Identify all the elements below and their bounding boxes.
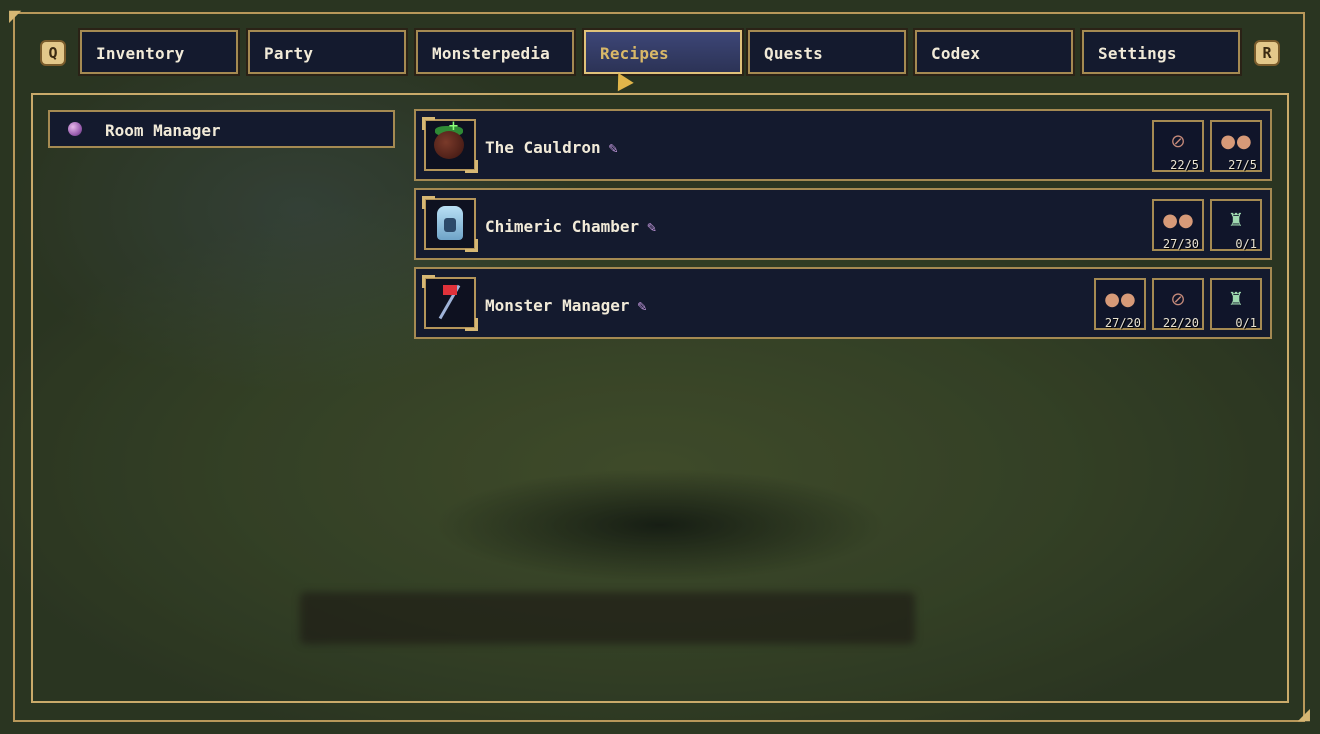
recipe-category-list: Room Manager [48, 110, 395, 148]
cost-slot-stone: ●● 27/30 [1152, 199, 1204, 251]
cost-slot-potion: ♜ 0/1 [1210, 199, 1262, 251]
cost-quantity: 22/20 [1162, 316, 1199, 330]
recipe-row-monster-manager[interactable]: Monster Manager ✎ ●● 27/20 ⊘ 22/20 ♜ 0/1 [414, 267, 1272, 339]
cost-slot-log: ⊘ 22/20 [1152, 278, 1204, 330]
recipe-name: Chimeric Chamber ✎ [485, 217, 657, 236]
scroll-icon: ✎ [637, 297, 647, 315]
prev-tab-key-hint[interactable]: Q [40, 40, 66, 66]
cost-slot-potion: ♜ 0/1 [1210, 278, 1262, 330]
category-room-manager[interactable]: Room Manager [48, 110, 395, 148]
cost-quantity: 22/5 [1170, 158, 1199, 172]
cauldron-icon: + [422, 117, 478, 173]
cost-quantity: 27/30 [1162, 237, 1199, 251]
recipe-list: + The Cauldron ✎ ⊘ 22/5 ●● 27/5 Chimeric … [414, 109, 1272, 346]
tab-party[interactable]: Party [246, 28, 408, 76]
recipe-costs: ●● 27/30 ♜ 0/1 [1152, 199, 1262, 251]
log-icon: ⊘ [1170, 289, 1186, 310]
cost-quantity: 27/20 [1104, 316, 1141, 330]
monster-manager-icon [422, 275, 478, 331]
recipe-row-chimeric-chamber[interactable]: Chimeric Chamber ✎ ●● 27/30 ♜ 0/1 [414, 188, 1272, 260]
potion-icon: ♜ [1227, 289, 1245, 310]
tab-monsterpedia[interactable]: Monsterpedia [414, 28, 576, 76]
chimeric-chamber-icon [422, 196, 478, 252]
recipe-name: Monster Manager ✎ [485, 296, 647, 315]
tab-recipes[interactable]: Recipes [582, 28, 744, 76]
cost-quantity: 27/5 [1228, 158, 1257, 172]
log-icon: ⊘ [1170, 131, 1186, 152]
cost-slot-stone: ●● 27/20 [1094, 278, 1146, 330]
frame-corner-ornament-icon: ◤ [1297, 707, 1310, 726]
tab-inventory[interactable]: Inventory [78, 28, 240, 76]
recipe-costs: ⊘ 22/5 ●● 27/5 [1152, 120, 1262, 172]
stone-icon: ●● [1220, 131, 1252, 152]
tab-codex[interactable]: Codex [913, 28, 1075, 76]
recipe-name: The Cauldron ✎ [485, 138, 618, 157]
cost-slot-stone: ●● 27/5 [1210, 120, 1262, 172]
cost-quantity: 0/1 [1235, 237, 1257, 251]
orb-icon [68, 122, 82, 136]
potion-icon: ♜ [1227, 210, 1245, 231]
stone-icon: ●● [1162, 210, 1194, 231]
category-label: Room Manager [105, 121, 221, 140]
scroll-icon: ✎ [647, 218, 657, 236]
recipe-costs: ●● 27/20 ⊘ 22/20 ♜ 0/1 [1094, 278, 1262, 330]
next-tab-key-hint[interactable]: R [1254, 40, 1280, 66]
tab-settings[interactable]: Settings [1080, 28, 1242, 76]
frame-corner-ornament-icon: ◤ [9, 6, 22, 25]
stone-icon: ●● [1104, 289, 1136, 310]
cost-slot-log: ⊘ 22/5 [1152, 120, 1204, 172]
menu-tab-bar: Inventory Party Monsterpedia Recipes Que… [78, 28, 1242, 76]
recipe-row-the-cauldron[interactable]: + The Cauldron ✎ ⊘ 22/5 ●● 27/5 [414, 109, 1272, 181]
tab-quests[interactable]: Quests [746, 28, 908, 76]
cost-quantity: 0/1 [1235, 316, 1257, 330]
scroll-icon: ✎ [608, 139, 618, 157]
